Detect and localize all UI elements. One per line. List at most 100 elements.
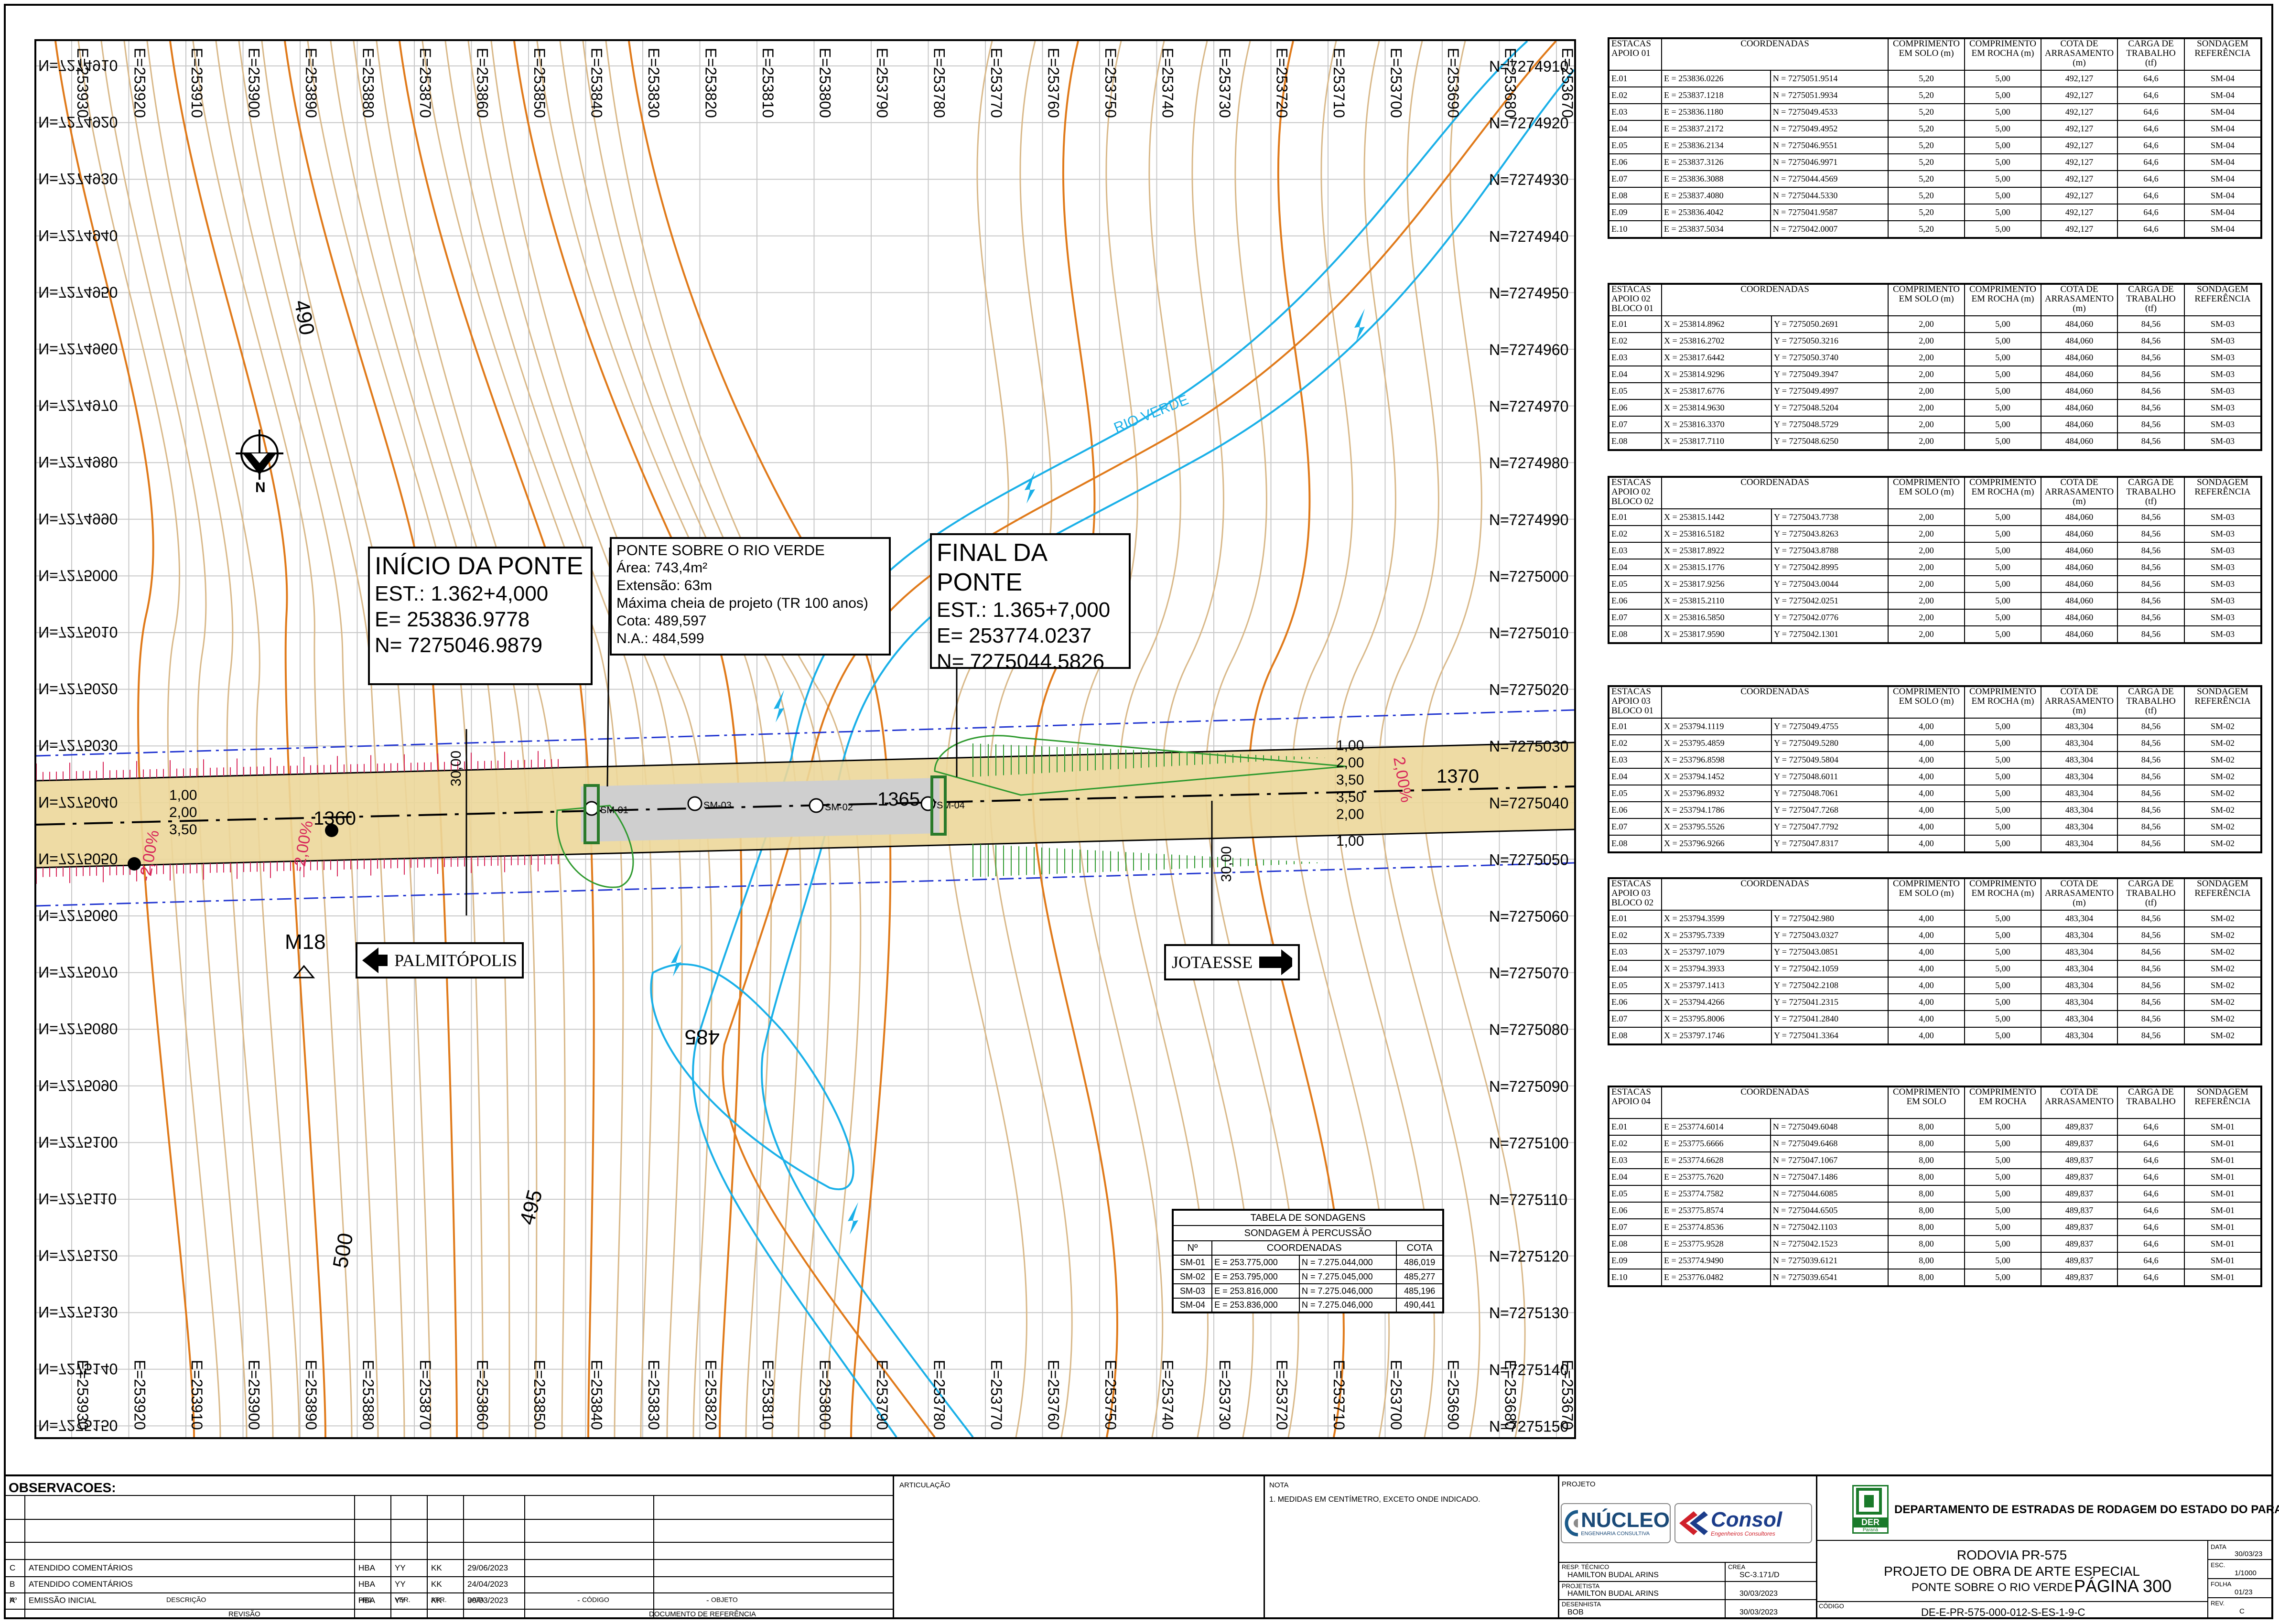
pile-cell: 492,127 — [2041, 153, 2118, 171]
pile-cell: E = 253836.1180 — [1661, 103, 1771, 121]
northing-label-right: N=7274920 — [1489, 115, 1568, 132]
pile-cell: E.03 — [1608, 1151, 1662, 1169]
pile-cell: E.01 — [1608, 315, 1662, 333]
contour-label: 490 — [290, 298, 319, 337]
pile-cell: E.06 — [1608, 153, 1662, 171]
pile-cell: 5,00 — [1964, 785, 2041, 802]
pile-cell: X = 253796.8932 — [1661, 785, 1772, 802]
pile-cell: 5,00 — [1964, 1202, 2041, 1219]
pile-cell: 5,00 — [1964, 366, 2041, 383]
borings-header-coords: COORDENADAS — [1211, 1240, 1397, 1256]
bridge-info-callout: PONTE SOBRE O RIO VERDE Área: 743,4m² Ex… — [610, 537, 891, 656]
northing-label-right: N=7275070 — [1489, 965, 1568, 982]
pile-cell: 4,00 — [1888, 835, 1965, 853]
pile-cell: 5,00 — [1964, 801, 2041, 819]
pile-cell: E.03 — [1608, 542, 1662, 559]
pile-cell: 483,304 — [2041, 960, 2118, 978]
pile-cell: SM-03 — [2184, 382, 2262, 400]
road-dimension: 3,50 — [169, 822, 197, 838]
desenhista-date: 30/03/2023 — [1739, 1608, 1778, 1616]
header-cota: COTA DE ARRASAMENTO (m) — [2041, 878, 2118, 911]
pile-cell: SM-02 — [2184, 751, 2262, 769]
doc-reference-label: DOCUMENTO DE REFERÊNCIA — [649, 1610, 756, 1618]
pile-row: E.03 X = 253817.6442 Y = 7275050.3740 2,00 5… — [1608, 349, 2262, 366]
northing-label-left: N=7275020 — [38, 680, 118, 698]
pile-cell: 84,56 — [2117, 332, 2185, 350]
easting-label-top: E=253890 — [302, 48, 320, 118]
pile-cell: 5,00 — [1964, 926, 2041, 944]
road-dimension: 2,00 — [1336, 755, 1364, 771]
pile-cell: X = 253817.6776 — [1661, 382, 1772, 400]
projetista-label: PROJETISTA — [1562, 1582, 1600, 1590]
pile-cell: 84,56 — [2117, 349, 2185, 366]
northing-label-left: N=7274980 — [38, 453, 118, 471]
direction-right-label: JOTAESSE — [1172, 953, 1253, 972]
header-cota: COTA DE ARRASAMENTO (m) — [2041, 38, 2118, 71]
easting-label-top: E=253860 — [474, 48, 491, 118]
pile-cell: X = 253815.1442 — [1661, 508, 1772, 526]
pile-cell: 484,060 — [2041, 399, 2118, 417]
scale-value: 1/1000 — [2235, 1569, 2257, 1577]
pile-cell: Y = 7275043.0851 — [1771, 943, 1889, 961]
pile-cell: 8,00 — [1888, 1118, 1965, 1136]
pile-cell: X = 253794.3933 — [1661, 960, 1772, 978]
pile-cell: SM-04 — [2184, 204, 2262, 221]
desenhista: BOB — [1567, 1608, 1584, 1616]
revisions-grid — [4, 1495, 893, 1619]
pile-cell: SM-02 — [2184, 993, 2262, 1011]
road-dimension: 3,50 — [1336, 772, 1364, 788]
river-label: RIO VERDE — [1112, 392, 1190, 436]
pile-cell: E.04 — [1608, 559, 1662, 576]
pile-cell: 64,6 — [2117, 1202, 2185, 1219]
pile-cell: Y = 7275043.7738 — [1771, 508, 1889, 526]
northing-label-left: N=7275080 — [38, 1020, 118, 1037]
pile-cell: 64,6 — [2117, 70, 2185, 87]
pile-cell: E.05 — [1608, 785, 1662, 802]
pile-cell: 484,060 — [2041, 315, 2118, 333]
easting-label-bottom: E=253760 — [1045, 1360, 1062, 1430]
pile-cell: E = 253774.6628 — [1661, 1151, 1771, 1169]
pile-table-title: ESTACAS APOIO 02 BLOCO 02 — [1608, 476, 1662, 509]
revision-cell: ATENDIDO COMENTÁRIOS — [29, 1580, 133, 1589]
northing-label-right: N=7274930 — [1489, 171, 1568, 188]
pile-cell: SM-01 — [2184, 1151, 2262, 1169]
northing-label-left: N=7275150 — [38, 1417, 118, 1434]
pile-row: E.04 E = 253837.2172 N = 7275049.4952 5,20 5… — [1608, 120, 2262, 138]
pile-cell: 5,20 — [1888, 86, 1965, 104]
easting-label-top: E=253880 — [360, 48, 377, 118]
pile-cell: 8,00 — [1888, 1168, 1965, 1186]
pile-row: E.04 E = 253775.7620 N = 7275047.1486 8,00 5… — [1608, 1168, 2262, 1186]
easting-label-top: E=253850 — [531, 48, 548, 118]
bridge-end-northing: N= 7275044.5826 — [937, 650, 1105, 673]
pile-cell: 489,837 — [2041, 1118, 2118, 1136]
pile-cell: 483,304 — [2041, 977, 2118, 994]
contour-line — [536, 41, 772, 1437]
pile-cell: 5,00 — [1964, 1135, 2041, 1152]
pile-cell: E = 253836.3088 — [1661, 170, 1771, 188]
pile-cell: 84,56 — [2117, 751, 2185, 769]
pile-cell: E.05 — [1608, 137, 1662, 154]
boring-cell: E = 253.816,000 — [1211, 1283, 1300, 1299]
pile-row: E.03 E = 253774.6628 N = 7275047.1067 8,00 5… — [1608, 1151, 2262, 1169]
header-rocha: COMPRIMENTO EM ROCHA — [1964, 1086, 2041, 1119]
pile-cell: 64,6 — [2117, 1185, 2185, 1203]
pile-cell: 64,6 — [2117, 1168, 2185, 1186]
contour-line — [169, 41, 326, 1437]
pile-cell: SM-03 — [2184, 366, 2262, 383]
pile-row: E.06 E = 253775.8574 N = 7275044.6505 8,00 5… — [1608, 1202, 2262, 1219]
pile-cell: N = 7275044.6505 — [1770, 1202, 1889, 1219]
pile-cell: N = 7275042.1523 — [1770, 1235, 1889, 1253]
pile-cell: 5,00 — [1964, 153, 2041, 171]
road-dimension: 1,00 — [169, 787, 197, 803]
pile-cell: 4,00 — [1888, 734, 1965, 752]
pile-table: ESTACAS APOIO 03 BLOCO 02 COORDENADAS COMP… — [1608, 877, 2262, 1045]
pile-cell: 484,060 — [2041, 382, 2118, 400]
pile-cell: 84,56 — [2117, 625, 2185, 644]
pile-row: E.03 E = 253836.1180 N = 7275049.4533 5,20 5… — [1608, 103, 2262, 121]
bridge-end-callout: FINAL DA PONTE EST.: 1.365+7,000 E= 2537… — [930, 533, 1131, 673]
pile-table: ESTACAS APOIO 03 BLOCO 01 COORDENADAS COMP… — [1608, 685, 2262, 853]
pile-cell: SM-03 — [2184, 332, 2262, 350]
pile-cell: 5,00 — [1964, 399, 2041, 417]
northing-label-left: N=7275060 — [38, 907, 118, 924]
pile-cell: 5,00 — [1964, 1118, 2041, 1136]
